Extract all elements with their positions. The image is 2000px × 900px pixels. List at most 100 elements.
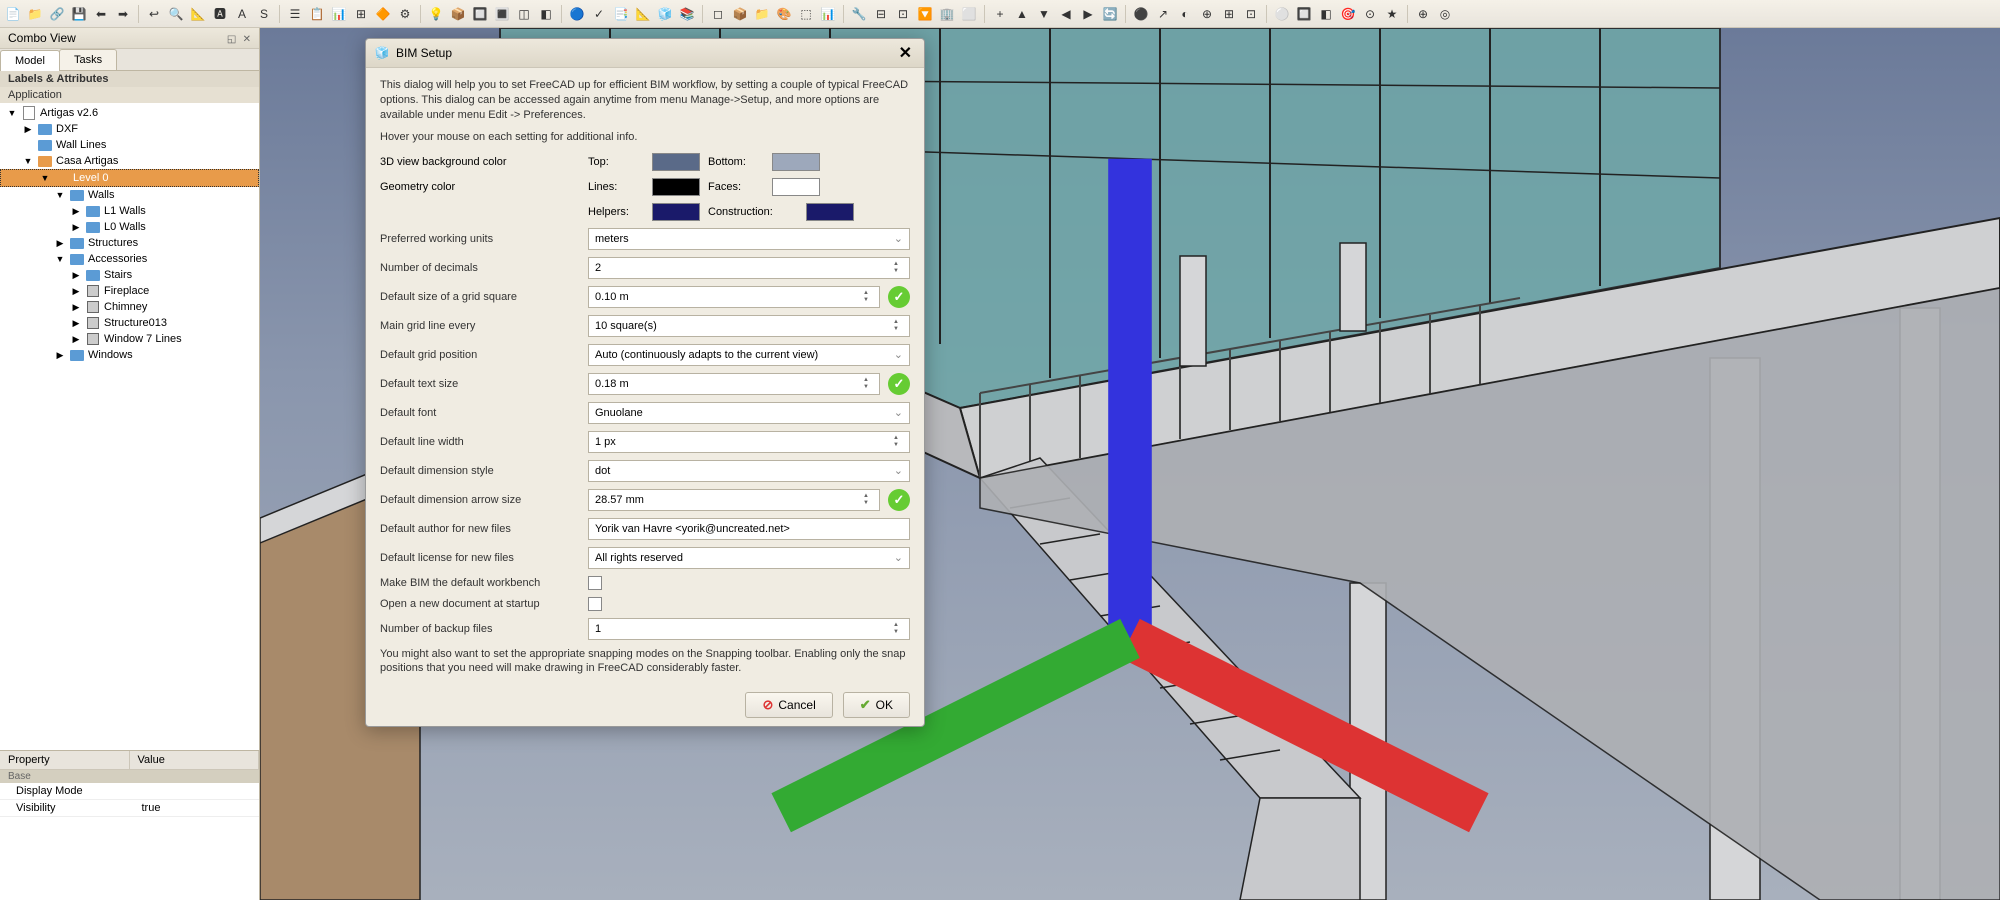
toolbar-button-45[interactable]: ◀ — [1057, 5, 1075, 23]
toolbar-button-20[interactable]: 🔲 — [471, 5, 489, 23]
toolbar-button-30[interactable]: ◻ — [709, 5, 727, 23]
toolbar-button-6[interactable]: ↩ — [145, 5, 163, 23]
toolbar-button-61[interactable]: ◎ — [1436, 5, 1454, 23]
tree-item-accessories[interactable]: ▼Accessories — [0, 251, 259, 267]
toolbar-button-46[interactable]: ▶ — [1079, 5, 1097, 23]
toolbar-button-42[interactable]: + — [991, 5, 1009, 23]
spin-down-icon[interactable]: ▼ — [889, 326, 903, 333]
spin-up-icon[interactable]: ▲ — [889, 622, 903, 629]
tree-item-chimney[interactable]: ▶Chimney — [0, 299, 259, 315]
toolbar-button-48[interactable]: ⚫ — [1132, 5, 1150, 23]
tab-model[interactable]: Model — [0, 50, 60, 71]
input-field[interactable]: 28.57 mm▲▼ — [588, 489, 880, 511]
toolbar-button-56[interactable]: ◧ — [1317, 5, 1335, 23]
toolbar-button-36[interactable]: 🔧 — [850, 5, 868, 23]
select-field[interactable]: Auto (continuously adapts to the current… — [588, 344, 910, 366]
spin-down-icon[interactable]: ▼ — [859, 500, 873, 507]
expander-icon[interactable]: ▶ — [22, 124, 34, 135]
expander-icon[interactable]: ▶ — [54, 238, 66, 249]
toolbar-button-34[interactable]: ⬚ — [797, 5, 815, 23]
tree-item-structure013[interactable]: ▶Structure013 — [0, 315, 259, 331]
toolbar-button-1[interactable]: 📁 — [26, 5, 44, 23]
helpers-color-swatch[interactable] — [652, 203, 700, 221]
tree-item-dxf[interactable]: ▶DXF — [0, 121, 259, 137]
input-field[interactable]: Yorik van Havre <yorik@uncreated.net> — [588, 518, 910, 540]
top-color-swatch[interactable] — [652, 153, 700, 171]
toolbar-button-22[interactable]: ◫ — [515, 5, 533, 23]
input-field[interactable]: 1▲▼ — [588, 618, 910, 640]
tree-item-wall-lines[interactable]: Wall Lines — [0, 137, 259, 153]
toolbar-button-52[interactable]: ⊞ — [1220, 5, 1238, 23]
tree-item-windows[interactable]: ▶Windows — [0, 347, 259, 363]
expander-icon[interactable]: ▶ — [54, 350, 66, 361]
tree-item-structures[interactable]: ▶Structures — [0, 235, 259, 251]
input-field[interactable]: 10 square(s)▲▼ — [588, 315, 910, 337]
expander-icon[interactable]: ▶ — [70, 270, 82, 281]
tree-item-level-0[interactable]: ▼Level 0 — [0, 169, 259, 187]
toolbar-button-59[interactable]: ★ — [1383, 5, 1401, 23]
property-value[interactable] — [134, 783, 260, 799]
toolbar-button-15[interactable]: ⊞ — [352, 5, 370, 23]
spin-up-icon[interactable]: ▲ — [859, 377, 873, 384]
spin-up-icon[interactable]: ▲ — [859, 290, 873, 297]
spin-down-icon[interactable]: ▼ — [859, 297, 873, 304]
expander-icon[interactable]: ▶ — [70, 302, 82, 313]
toolbar-button-58[interactable]: ⊙ — [1361, 5, 1379, 23]
toolbar-button-4[interactable]: ⬅ — [92, 5, 110, 23]
toolbar-button-54[interactable]: ⚪ — [1273, 5, 1291, 23]
toolbar-button-9[interactable]: 🅰 — [211, 5, 229, 23]
expander-icon[interactable]: ▼ — [22, 156, 34, 166]
toolbar-button-3[interactable]: 💾 — [70, 5, 88, 23]
expander-icon[interactable]: ▶ — [70, 206, 82, 217]
toolbar-button-13[interactable]: 📋 — [308, 5, 326, 23]
spin-up-icon[interactable]: ▲ — [889, 261, 903, 268]
toolbar-button-28[interactable]: 🧊 — [656, 5, 674, 23]
select-field[interactable]: Gnuolane⌄ — [588, 402, 910, 424]
toolbar-button-35[interactable]: 📊 — [819, 5, 837, 23]
cancel-button[interactable]: ⊘ Cancel — [745, 692, 832, 718]
expander-icon[interactable]: ▶ — [70, 222, 82, 233]
tree-item-window-7-lines[interactable]: ▶Window 7 Lines — [0, 331, 259, 347]
toolbar-button-7[interactable]: 🔍 — [167, 5, 185, 23]
toolbar-button-24[interactable]: 🔵 — [568, 5, 586, 23]
spin-down-icon[interactable]: ▼ — [889, 629, 903, 636]
expander-icon[interactable]: ▶ — [70, 334, 82, 345]
select-field[interactable]: All rights reserved⌄ — [588, 547, 910, 569]
toolbar-button-37[interactable]: ⊟ — [872, 5, 890, 23]
expander-icon[interactable]: ▼ — [6, 108, 18, 118]
toolbar-button-2[interactable]: 🔗 — [48, 5, 66, 23]
bottom-color-swatch[interactable] — [772, 153, 820, 171]
expander-icon[interactable]: ▼ — [54, 254, 66, 264]
toolbar-button-25[interactable]: ✓ — [590, 5, 608, 23]
expander-icon[interactable]: ▼ — [39, 173, 51, 183]
tree-item-l1-walls[interactable]: ▶L1 Walls — [0, 203, 259, 219]
toolbar-button-23[interactable]: ◧ — [537, 5, 555, 23]
toolbar-button-49[interactable]: ↗ — [1154, 5, 1172, 23]
toolbar-button-51[interactable]: ⊕ — [1198, 5, 1216, 23]
spin-down-icon[interactable]: ▼ — [889, 442, 903, 449]
toolbar-button-44[interactable]: ▼ — [1035, 5, 1053, 23]
property-row[interactable]: Visibilitytrue — [0, 800, 259, 817]
construction-color-swatch[interactable] — [806, 203, 854, 221]
tree-item-l0-walls[interactable]: ▶L0 Walls — [0, 219, 259, 235]
expander-icon[interactable]: ▶ — [70, 286, 82, 297]
toolbar-button-39[interactable]: 🔽 — [916, 5, 934, 23]
toolbar-button-41[interactable]: ⬜ — [960, 5, 978, 23]
checkbox[interactable] — [588, 597, 602, 611]
toolbar-button-26[interactable]: 📑 — [612, 5, 630, 23]
toolbar-button-40[interactable]: 🏢 — [938, 5, 956, 23]
tree-item-stairs[interactable]: ▶Stairs — [0, 267, 259, 283]
property-value[interactable]: true — [134, 800, 260, 816]
toolbar-button-47[interactable]: 🔄 — [1101, 5, 1119, 23]
toolbar-button-18[interactable]: 💡 — [427, 5, 445, 23]
input-field[interactable]: 0.18 m▲▼ — [588, 373, 880, 395]
toolbar-button-33[interactable]: 🎨 — [775, 5, 793, 23]
input-field[interactable]: 1 px▲▼ — [588, 431, 910, 453]
toolbar-button-29[interactable]: 📚 — [678, 5, 696, 23]
toolbar-button-32[interactable]: 📁 — [753, 5, 771, 23]
panel-float-icon[interactable]: ◱ — [227, 34, 236, 45]
toolbar-button-50[interactable]: ◐ — [1176, 5, 1194, 23]
spin-down-icon[interactable]: ▼ — [889, 268, 903, 275]
toolbar-button-10[interactable]: A — [233, 5, 251, 23]
ok-button[interactable]: ✔ OK — [843, 692, 910, 718]
